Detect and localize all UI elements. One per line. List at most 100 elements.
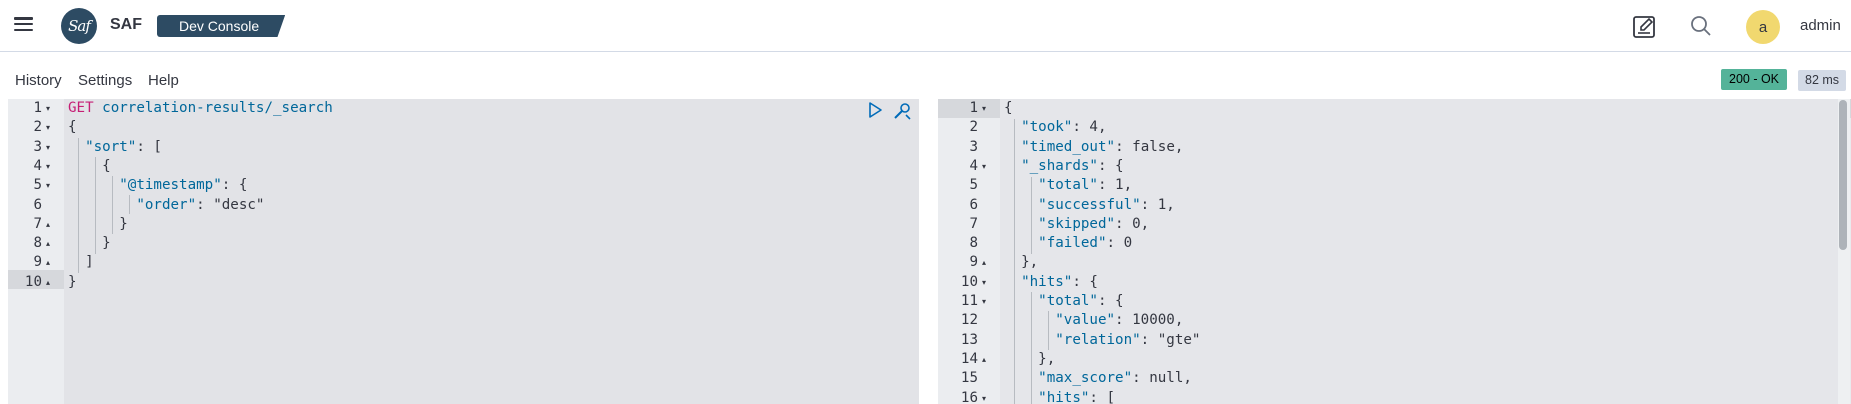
line-number: 16 (960, 389, 978, 404)
response-code-area: { "took": 4, "timed_out": false, "_shard… (1000, 99, 1839, 404)
fold-expand-icon[interactable]: ▴ (46, 215, 50, 234)
http-method: GET (68, 100, 94, 116)
line-number: 12 (960, 312, 978, 329)
line-number: 2 (33, 119, 42, 136)
code-line: } (68, 273, 77, 290)
top-header: Saf SAF Dev Console a admin (0, 0, 1851, 52)
fold-collapse-icon[interactable]: ▾ (46, 138, 50, 157)
code-line: "_shards": { (1021, 157, 1124, 174)
code-line: { (68, 157, 111, 174)
request-actions (866, 101, 911, 120)
code-line: "successful": 1, (1038, 196, 1175, 213)
line-number: 9 (33, 254, 42, 271)
code-line: "timed_out": false, (1021, 138, 1184, 155)
tab-help[interactable]: Help (148, 72, 179, 89)
indent-guide (1048, 311, 1049, 350)
fold-expand-icon[interactable]: ▴ (46, 273, 50, 292)
fold-collapse-icon[interactable]: ▾ (982, 99, 986, 118)
response-viewer[interactable]: { "took": 4, "timed_out": false, "_shard… (938, 99, 1851, 404)
code-line: "took": 4, (1021, 119, 1107, 136)
code-line: "hits": [ (1038, 389, 1116, 404)
request-editor[interactable]: GET correlation-results/_search{ "sort":… (8, 99, 919, 404)
code-line: "max_score": null, (1038, 370, 1192, 387)
menu-icon[interactable] (14, 14, 36, 36)
fold-collapse-icon[interactable]: ▾ (46, 118, 50, 137)
indent-guide (1031, 177, 1032, 254)
line-number: 3 (33, 138, 42, 155)
code-line: "relation": "gte" (1055, 331, 1201, 348)
fold-collapse-icon[interactable]: ▾ (982, 389, 986, 404)
request-code-area[interactable]: GET correlation-results/_search{ "sort":… (64, 99, 919, 404)
line-number: 1 (969, 100, 978, 116)
console-subnav: History Settings Help (0, 52, 1851, 99)
play-icon[interactable] (866, 101, 884, 119)
line-number: 9 (969, 254, 978, 271)
wrench-icon[interactable] (892, 101, 911, 120)
code-line: "value": 10000, (1055, 312, 1184, 329)
code-line: "@timestamp": { (119, 177, 248, 194)
code-line: "hits": { (1021, 273, 1098, 290)
code-line: "skipped": 0, (1038, 215, 1150, 232)
line-number: 10 (960, 273, 978, 290)
code-line: GET correlation-results/_search (64, 99, 919, 118)
code-line: "total": 1, (1038, 177, 1133, 194)
code-line: ] (68, 254, 94, 271)
fold-collapse-icon[interactable]: ▾ (982, 157, 986, 176)
edit-icon[interactable] (1632, 14, 1656, 38)
line-number: 7 (969, 215, 978, 232)
code-line: }, (1004, 350, 1056, 367)
tab-settings[interactable]: Settings (78, 72, 132, 89)
indent-guide (1014, 119, 1015, 404)
code-line: } (68, 235, 111, 252)
code-line: { (68, 119, 77, 136)
code-line: "failed": 0 (1038, 235, 1133, 252)
line-number: 4 (969, 157, 978, 174)
fold-collapse-icon[interactable]: ▾ (46, 176, 50, 195)
response-scrollbar[interactable] (1839, 100, 1847, 250)
tab-history[interactable]: History (15, 72, 62, 89)
request-path: correlation-results/_search (102, 100, 333, 116)
fold-collapse-icon[interactable]: ▾ (46, 99, 50, 118)
line-number: 8 (969, 235, 978, 252)
line-number: 15 (960, 370, 978, 387)
code-line: "order": "desc" (136, 196, 265, 213)
indent-guide (1031, 292, 1032, 404)
fold-expand-icon[interactable]: ▴ (982, 350, 986, 369)
fold-expand-icon[interactable]: ▴ (982, 253, 986, 272)
fold-collapse-icon[interactable]: ▾ (982, 273, 986, 292)
line-number: 10 (24, 273, 42, 290)
status-badge: 200 - OK (1721, 69, 1788, 90)
indent-guide (112, 176, 113, 234)
code-line: { (1004, 100, 1013, 116)
code-line: }, (1004, 254, 1039, 271)
user-avatar[interactable]: a (1746, 10, 1780, 44)
line-number: 5 (969, 177, 978, 194)
line-number: 2 (969, 119, 978, 136)
breadcrumb-dev-console[interactable]: Dev Console (157, 15, 286, 37)
line-number: 4 (33, 157, 42, 174)
line-number: 3 (969, 138, 978, 155)
saf-logo: Saf (61, 8, 97, 44)
username[interactable]: admin (1800, 17, 1841, 34)
line-number: 6 (33, 196, 42, 213)
response-time-badge: 82 ms (1798, 70, 1847, 91)
line-number: 1 (33, 100, 42, 116)
code-line: } (68, 215, 128, 232)
line-number: 14 (960, 350, 978, 367)
line-number: 13 (960, 331, 978, 348)
line-number: 5 (33, 177, 42, 194)
line-number: 11 (960, 293, 978, 309)
line-number: 7 (33, 215, 42, 232)
line-number: 6 (969, 196, 978, 213)
fold-expand-icon[interactable]: ▴ (46, 253, 50, 272)
fold-expand-icon[interactable]: ▴ (46, 234, 50, 253)
code-line: "sort": [ (85, 138, 162, 155)
line-number: 8 (33, 235, 42, 252)
search-icon[interactable] (1689, 14, 1713, 38)
code-line: "total": { (1038, 293, 1124, 309)
fold-collapse-icon[interactable]: ▾ (46, 157, 50, 176)
brand-name: SAF (110, 16, 142, 33)
fold-collapse-icon[interactable]: ▾ (982, 292, 986, 311)
indent-guide (78, 138, 79, 273)
indent-guide (129, 195, 130, 214)
